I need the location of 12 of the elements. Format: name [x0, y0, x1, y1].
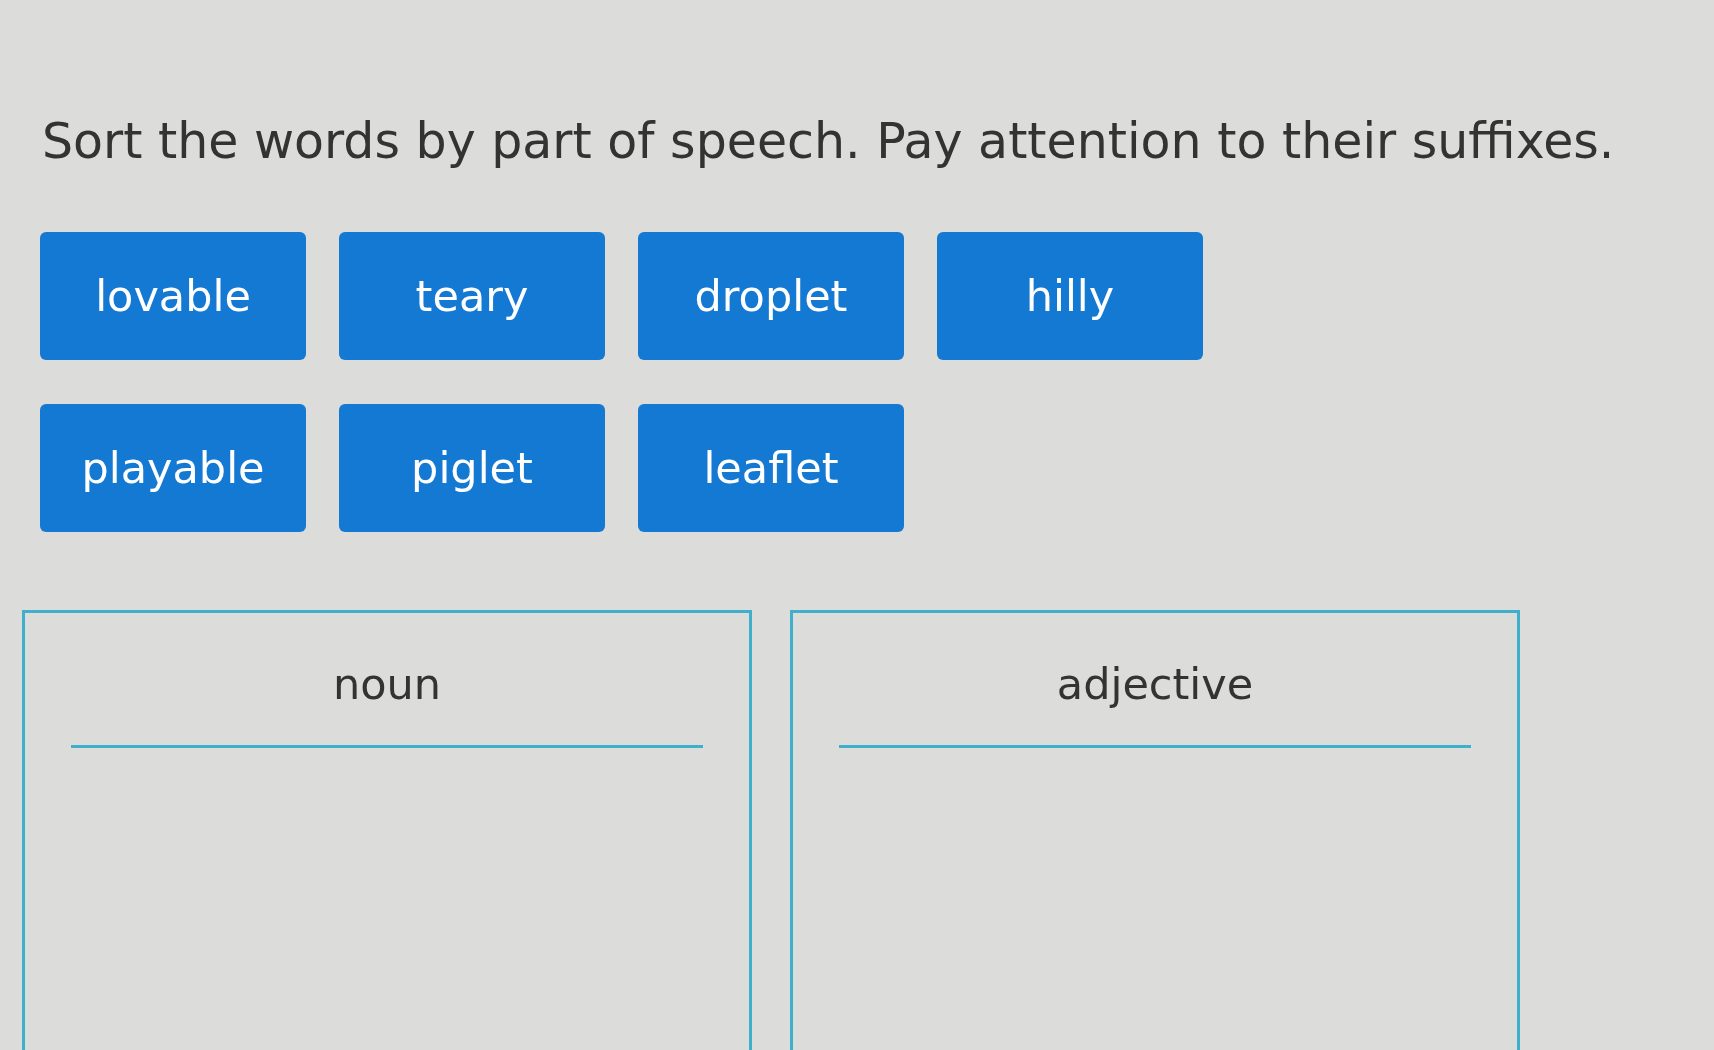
drop-zone[interactable]: noun — [22, 610, 752, 1050]
category-heading: adjective — [1056, 658, 1254, 711]
word-tile[interactable]: piglet — [339, 404, 605, 532]
word-tile[interactable]: teary — [339, 232, 605, 360]
category-heading: noun — [332, 658, 442, 711]
word-tile[interactable]: playable — [40, 404, 306, 532]
instruction-text: Sort the words by part of speech. Pay attention to their suffixes. — [42, 112, 1615, 172]
word-tile[interactable]: leaflet — [638, 404, 904, 532]
word-tile[interactable]: hilly — [937, 232, 1203, 360]
drop-zone[interactable]: adjective — [790, 610, 1520, 1050]
word-tile[interactable]: lovable — [40, 232, 306, 360]
word-tile[interactable]: droplet — [638, 232, 904, 360]
